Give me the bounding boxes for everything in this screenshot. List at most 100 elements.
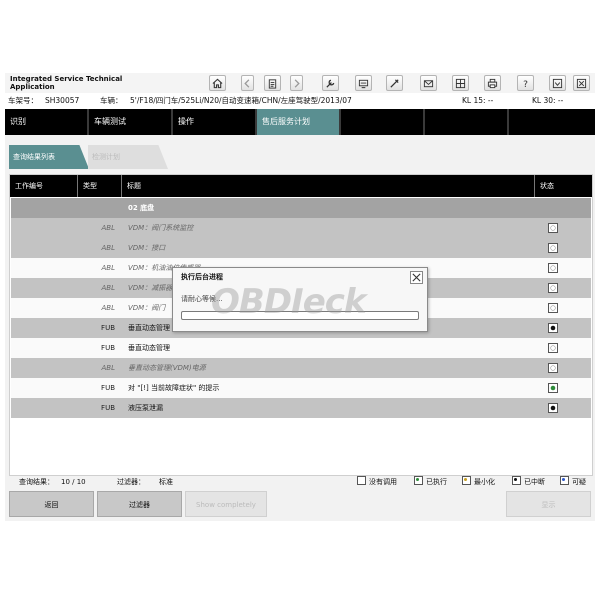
tab-identification[interactable]: 识别 — [5, 109, 89, 135]
grid-icon — [455, 78, 466, 88]
show-completely-button[interactable]: Show completely — [185, 491, 267, 517]
table-group-row[interactable]: 02 底盘 — [11, 198, 591, 218]
row-type: FUB — [101, 324, 115, 332]
row-type: FUB — [101, 344, 115, 352]
dialog-close-button[interactable] — [410, 271, 423, 284]
subtab-test-plan[interactable]: 检测计划 — [88, 145, 168, 169]
vin-value: SH30057 — [45, 96, 80, 105]
minimize-button[interactable] — [549, 75, 566, 91]
printer-icon — [487, 78, 498, 88]
status-empty-icon[interactable] — [548, 243, 558, 253]
forward-button[interactable] — [290, 75, 303, 91]
legend-possible: 可疑 — [560, 476, 586, 488]
status-executed-icon[interactable] — [548, 383, 558, 393]
col-job-number[interactable]: 工作编号 — [10, 175, 78, 197]
table-row[interactable]: ABL 垂直动态管理(VDM)电源 — [11, 358, 591, 378]
status-empty-icon[interactable] — [548, 223, 558, 233]
clipboard-icon — [268, 78, 277, 89]
row-type: ABL — [101, 284, 116, 292]
service-button[interactable] — [322, 75, 339, 91]
vehicle-label: 车辆： — [100, 96, 123, 105]
table-row[interactable]: ABL VDM：接口 — [11, 238, 591, 258]
row-type: ABL — [101, 304, 116, 312]
col-status[interactable]: 状态 — [535, 175, 592, 197]
row-title: VDM：阀门 — [128, 304, 166, 312]
kl30-status: KL 30: -- — [532, 96, 564, 105]
legend-possible-label: 可疑 — [572, 478, 586, 486]
minimized-icon — [462, 476, 471, 485]
status-empty-icon[interactable] — [548, 363, 558, 373]
row-title: 垂直动态管理(VDM)电源 — [128, 364, 206, 372]
tab-empty-2 — [425, 109, 509, 135]
close-icon — [412, 273, 421, 282]
display-button[interactable]: 显示 — [506, 491, 591, 517]
legend-minimized: 最小化 — [462, 476, 495, 488]
dialog-title: 执行后台进程 — [181, 273, 223, 281]
title-bar: Integrated Service Technical Application — [5, 73, 595, 93]
measure-button[interactable] — [355, 75, 372, 91]
legend-not-called: 没有调用 — [357, 476, 397, 488]
help-button[interactable]: ? — [517, 75, 534, 91]
back-button[interactable] — [241, 75, 254, 91]
back-button-bottom[interactable]: 返回 — [9, 491, 94, 517]
interrupted-icon — [512, 476, 521, 485]
row-title: VDM：减振器 — [128, 284, 173, 292]
status-interrupted-icon[interactable] — [548, 403, 558, 413]
table-row[interactable]: FUB 垂直动态管理 — [11, 338, 591, 358]
grid-button[interactable] — [452, 75, 469, 91]
close-window-button[interactable] — [573, 75, 590, 91]
table-footer: 查询结果： 10 / 10 过滤器： 标准 没有调用 已执行 最小化 已中断 可… — [9, 476, 591, 488]
help-icon: ? — [523, 79, 528, 89]
row-type: ABL — [101, 244, 116, 252]
tab-operations[interactable]: 操作 — [173, 109, 257, 135]
not-called-icon — [357, 476, 366, 485]
possible-icon — [560, 476, 569, 485]
minimize-icon — [552, 78, 563, 88]
tool-icon — [390, 78, 399, 88]
legend-interrupted-label: 已中断 — [524, 478, 545, 486]
subtab-query-results[interactable]: 查询结果列表 — [9, 145, 89, 169]
status-empty-icon[interactable] — [548, 283, 558, 293]
vin-label: 车架号： — [8, 96, 38, 105]
row-title: 对 "[!] 当前故障症状" 的提示 — [128, 384, 220, 392]
row-type: FUB — [101, 404, 115, 412]
tab-empty-3 — [509, 109, 595, 135]
mail-button[interactable] — [420, 75, 437, 91]
table-header: 工作编号 类型 标题 状态 — [10, 175, 592, 197]
row-type: ABL — [101, 364, 116, 372]
results-count-label: 查询结果： — [19, 478, 54, 486]
filter-value: 标准 — [159, 478, 173, 486]
table-row[interactable]: ABL VDM：阀门系统监控 — [11, 218, 591, 238]
table-row[interactable]: FUB 液压泵泄漏 — [11, 398, 591, 418]
kl15-status: KL 15: -- — [462, 96, 494, 105]
clipboard-button[interactable] — [264, 75, 281, 91]
results-count-value: 10 / 10 — [61, 478, 86, 486]
back-arrow-icon — [244, 78, 250, 88]
print-button[interactable] — [484, 75, 501, 91]
status-empty-icon[interactable] — [548, 343, 558, 353]
main-navigation: 识别 车辆测试 操作 售后服务计划 — [5, 109, 595, 135]
tool-button[interactable] — [386, 75, 403, 91]
wrench-icon — [326, 79, 335, 88]
row-title: 液压泵泄漏 — [128, 404, 163, 412]
status-empty-icon[interactable] — [548, 303, 558, 313]
close-icon — [576, 78, 587, 88]
legend-executed-label: 已执行 — [426, 478, 447, 486]
filter-button[interactable]: 过滤器 — [97, 491, 182, 517]
row-type: FUB — [101, 384, 115, 392]
tab-service-plan[interactable]: 售后服务计划 — [257, 109, 341, 135]
app-title: Integrated Service Technical Application — [10, 75, 123, 91]
forward-arrow-icon — [294, 78, 300, 88]
monitor-icon — [358, 79, 369, 88]
status-empty-icon[interactable] — [548, 263, 558, 273]
executed-icon — [414, 476, 423, 485]
table-row[interactable]: FUB 对 "[!] 当前故障症状" 的提示 — [11, 378, 591, 398]
status-interrupted-icon[interactable] — [548, 323, 558, 333]
home-button[interactable] — [209, 75, 226, 91]
col-type[interactable]: 类型 — [78, 175, 122, 197]
row-type: ABL — [101, 224, 116, 232]
col-title[interactable]: 标题 — [122, 175, 535, 197]
legend-executed: 已执行 — [414, 476, 447, 488]
tab-empty-1 — [341, 109, 425, 135]
tab-vehicle-test[interactable]: 车辆测试 — [89, 109, 173, 135]
